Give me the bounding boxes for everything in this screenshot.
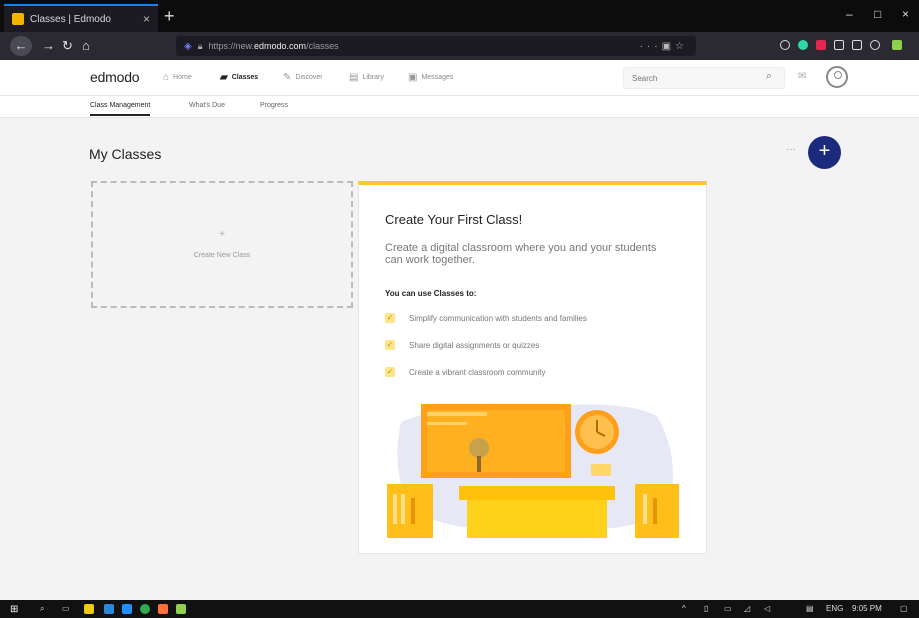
close-window-button[interactable]: ×	[902, 7, 909, 21]
tab-close-icon[interactable]: ×	[143, 12, 150, 26]
more-options-icon[interactable]: ···	[786, 144, 796, 155]
extension-green-icon[interactable]	[798, 40, 808, 50]
bullet-text: Simplify communication with students and…	[409, 313, 587, 323]
new-tab-button[interactable]: +	[164, 6, 175, 26]
library-icon: ▤	[349, 72, 359, 83]
keyboard-icon[interactable]: ▤	[806, 604, 814, 613]
nav-messages-label: Messages	[421, 74, 454, 81]
tab-whats-due[interactable]: What's Due	[189, 102, 225, 109]
sub-navigation: Class Management What's Due Progress	[0, 96, 919, 118]
first-class-info-card: Create Your First Class! Create a digita…	[358, 181, 707, 554]
firefox-icon[interactable]	[158, 604, 168, 614]
clock[interactable]: 9:05 PM	[852, 604, 882, 613]
tab-progress[interactable]: Progress	[260, 102, 288, 109]
language-indicator[interactable]: ENG	[826, 604, 843, 613]
nav-discover[interactable]: ✎ Discover	[283, 72, 323, 83]
info-card-subheading: You can use Classes to:	[385, 289, 477, 298]
sidebar-toolbar-icon[interactable]	[852, 40, 862, 50]
page-actions-icon[interactable]: ···▣☆	[640, 41, 688, 52]
nav-discover-label: Discover	[295, 74, 323, 81]
volume-icon[interactable]: ◁	[764, 604, 770, 613]
tab-class-management[interactable]: Class Management	[90, 102, 151, 116]
tab-title: Classes | Edmodo	[30, 13, 111, 25]
mail-icon[interactable]	[104, 604, 114, 614]
edge-icon[interactable]	[122, 604, 132, 614]
edmodo-logo[interactable]: edmodo	[90, 69, 140, 85]
messages-icon: ▣	[408, 72, 418, 83]
info-card-title: Create Your First Class!	[385, 212, 523, 227]
nav-classes[interactable]: ▰ Classes	[220, 72, 258, 83]
nav-home[interactable]: ⌂ Home	[163, 72, 192, 83]
tray-device-icon[interactable]: ▯	[704, 604, 708, 613]
task-view-icon[interactable]: ▭	[62, 604, 70, 613]
app-header: edmodo ⌂ Home ▰ Classes ✎ Discover ▤ Lib…	[0, 60, 919, 96]
minimize-button[interactable]: –	[846, 7, 853, 21]
nav-classes-label: Classes	[231, 74, 259, 81]
page-title: My Classes	[89, 146, 162, 162]
account-icon[interactable]	[780, 40, 790, 50]
bullet-text: Share digital assignments or quizzes	[409, 340, 540, 350]
windows-taskbar: ⊞ ⌕ ▭ ^ ▯ ▭ ◿ ◁ ▤ ENG 9:05 PM ▢	[0, 600, 919, 618]
plus-icon: +	[219, 229, 225, 240]
forward-button[interactable]: →	[42, 36, 55, 56]
checkmark-icon: ✓	[385, 313, 395, 323]
search-icon[interactable]: ⌕	[766, 70, 772, 83]
reload-button[interactable]: ↻	[62, 36, 73, 56]
library-toolbar-icon[interactable]	[834, 40, 844, 50]
home-button[interactable]: ⌂	[82, 36, 90, 56]
edmodo-favicon-icon	[12, 13, 24, 25]
create-class-label: Create New Class	[193, 252, 251, 259]
back-button[interactable]: ←	[10, 36, 32, 56]
avatar[interactable]	[826, 66, 848, 88]
list-item: ✓ Share digital assignments or quizzes	[385, 340, 539, 350]
home-icon: ⌂	[163, 72, 170, 83]
tray-chevron-icon[interactable]: ^	[682, 604, 686, 613]
network-icon[interactable]: ◿	[744, 604, 750, 613]
nav-messages[interactable]: ▣ Messages	[408, 72, 453, 83]
add-class-button[interactable]: +	[808, 136, 841, 169]
screen: Classes | Edmodo × + – □ × ← → ↻ ⌂ ◈ 🔒︎ …	[0, 0, 919, 618]
notification-icon[interactable]: ✉	[798, 71, 806, 82]
chrome-icon[interactable]	[140, 604, 150, 614]
discover-icon: ✎	[283, 72, 292, 83]
file-explorer-icon[interactable]	[84, 604, 94, 614]
nav-library[interactable]: ▤ Library	[349, 72, 384, 83]
battery-icon[interactable]: ▭	[724, 604, 732, 613]
classes-icon: ▰	[220, 72, 228, 83]
list-item: ✓ Create a vibrant classroom community	[385, 367, 546, 377]
extension-red-icon[interactable]	[816, 40, 826, 50]
search-input[interactable]	[623, 67, 785, 89]
list-item: ✓ Simplify communication with students a…	[385, 313, 587, 323]
app-icon[interactable]	[176, 604, 186, 614]
maximize-button[interactable]: □	[874, 7, 881, 21]
taskbar-search-icon[interactable]: ⌕	[40, 604, 44, 614]
browser-tabbar: Classes | Edmodo × + – □ ×	[0, 0, 919, 32]
tracking-shield-icon[interactable]: ◈	[184, 41, 192, 52]
create-new-class-card[interactable]: + Create New Class	[91, 181, 353, 308]
lock-icon[interactable]: 🔒︎	[198, 41, 203, 52]
info-card-description: Create a digital classroom where you and…	[385, 242, 657, 266]
classroom-illustration	[387, 404, 679, 538]
nav-home-label: Home	[173, 74, 192, 81]
extension-puzzle-icon[interactable]	[892, 40, 902, 50]
url-text: https://new.edmodo.com/classes	[208, 41, 339, 51]
nav-library-label: Library	[362, 74, 384, 81]
browser-tab[interactable]: Classes | Edmodo ×	[4, 4, 158, 32]
notification-center-icon[interactable]: ▢	[900, 604, 908, 613]
browser-toolbar: ← → ↻ ⌂ ◈ 🔒︎ https://new.edmodo.com/clas…	[0, 32, 919, 60]
checkmark-icon: ✓	[385, 367, 395, 377]
bullet-text: Create a vibrant classroom community	[409, 367, 546, 377]
windows-start-icon[interactable]: ⊞	[10, 604, 18, 615]
checkmark-icon: ✓	[385, 340, 395, 350]
address-bar[interactable]: ◈ 🔒︎ https://new.edmodo.com/classes ···▣…	[176, 36, 696, 56]
extension-icon[interactable]	[870, 40, 880, 50]
